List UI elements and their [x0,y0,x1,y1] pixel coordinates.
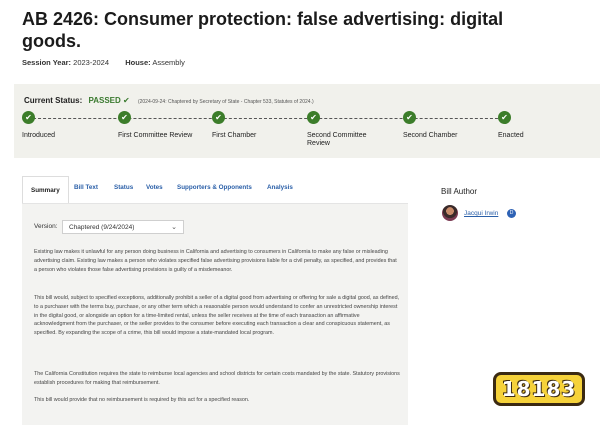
version-selected: Chaptered (9/24/2024) [69,224,135,231]
tab-analysis[interactable]: Analysis [267,184,293,191]
chevron-down-icon: ⌄ [171,224,177,231]
status-value: PASSED [88,96,121,105]
house-label: House: [125,58,151,67]
step-label-introduced: Introduced [22,132,56,139]
step-check-icon: ✔ [403,111,416,124]
progress-track [28,118,508,120]
tab-status[interactable]: Status [114,184,133,191]
step-label-enacted: Enacted [498,132,524,139]
party-badge: D [507,209,516,218]
status-band: Current Status: PASSED ✔ (2024-09-24: Ch… [14,84,600,158]
step-label-second-chamber: Second Chamber [403,132,458,139]
author-link[interactable]: Jacqui Irwin [464,210,498,217]
step-check-icon: ✔ [212,111,225,124]
summary-paragraph: This bill would provide that no reimburs… [34,397,250,403]
tab-bar: Summary Bill Text Status Votes Supporter… [22,176,408,204]
page-title: AB 2426: Consumer protection: false adve… [22,9,504,51]
summary-panel: Summary Bill Text Status Votes Supporter… [22,176,408,425]
step-check-icon: ✔ [498,111,511,124]
version-label: Version: [34,223,58,230]
tab-supporters-opponents[interactable]: Supporters & Opponents [177,184,252,191]
version-select[interactable]: Chaptered (9/24/2024) ⌄ [62,220,184,234]
step-label-first-chamber: First Chamber [212,132,257,139]
tab-summary[interactable]: Summary [22,176,69,203]
status-label: Current Status: [24,96,83,105]
summary-paragraph: The California Constitution requires the… [34,371,400,386]
step-label-second-committee: Second Committee Review [307,132,367,147]
session-value: 2023-2024 [73,58,110,67]
step-check-icon: ✔ [22,111,35,124]
step-check-icon: ✔ [307,111,320,124]
avatar [442,205,458,221]
summary-paragraph: Existing law makes it unlawful for any p… [34,249,397,273]
bill-meta: Session Year: 2023-2024 House: Assembly [22,58,185,67]
tab-votes[interactable]: Votes [146,184,163,191]
session-label: Session Year: [22,58,72,67]
watermark-logo: 18183 [493,372,585,406]
status-detail: (2024-09-24: Chaptered by Secretary of S… [137,99,314,105]
house-value: Assembly [152,58,185,67]
summary-paragraph: This bill would, subject to specified ex… [34,295,400,337]
author-heading: Bill Author [441,187,478,196]
current-status: Current Status: PASSED ✔ (2024-09-24: Ch… [24,96,314,105]
tab-bill-text[interactable]: Bill Text [74,184,98,191]
step-check-icon: ✔ [118,111,131,124]
check-icon: ✔ [123,96,130,105]
step-label-first-committee: First Committee Review [118,132,193,139]
